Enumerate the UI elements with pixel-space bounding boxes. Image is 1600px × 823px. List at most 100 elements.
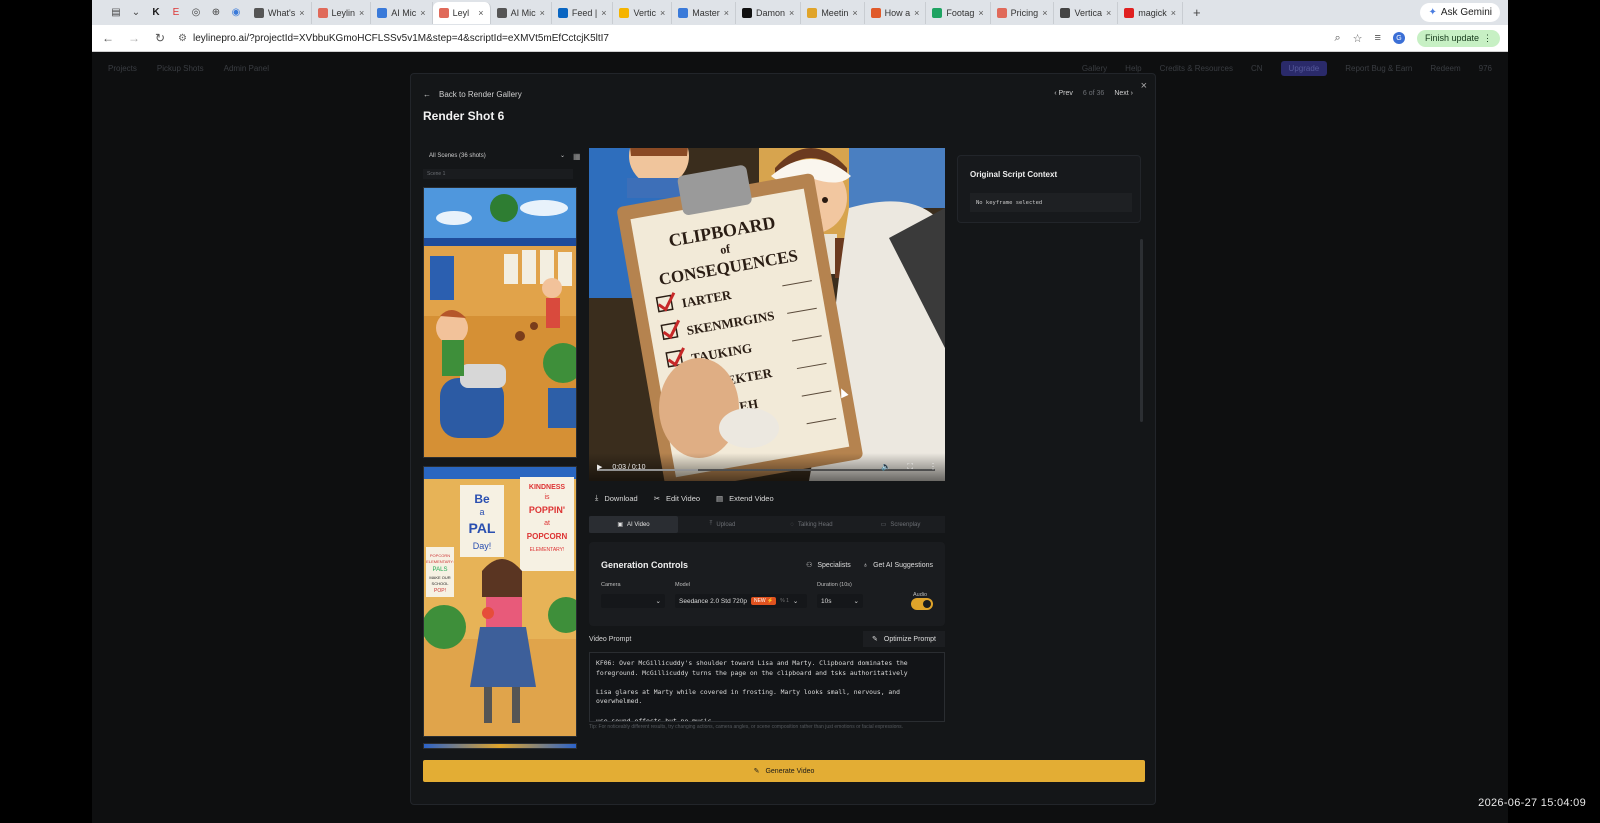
back-to-gallery-link[interactable]: ← Back to Render Gallery bbox=[423, 90, 522, 99]
sidebar-icon[interactable]: ▤ bbox=[108, 5, 124, 21]
more-options-icon[interactable]: ⋮ bbox=[929, 462, 937, 472]
browser-tab[interactable]: Master × bbox=[672, 1, 737, 24]
close-tab-icon[interactable]: × bbox=[914, 8, 919, 18]
browser-tab[interactable]: Leyl × bbox=[432, 1, 491, 24]
url-field[interactable]: ⚙ leylinepro.ai/?projectId=XVbbuKGmoHCFL… bbox=[178, 28, 1324, 48]
tab-title: Footag bbox=[946, 7, 975, 18]
browser-tab[interactable]: Vertica × bbox=[1054, 1, 1119, 24]
tab-talking-head[interactable]: ◌ Talking Head bbox=[767, 516, 856, 533]
chevron-down-icon[interactable]: ⌄ bbox=[128, 5, 144, 21]
download-button[interactable]: ⤓ Download bbox=[595, 493, 638, 503]
tab-title: AI Mic bbox=[391, 7, 417, 18]
nav-help[interactable]: Help bbox=[1125, 64, 1141, 73]
shot-thumbnail[interactable] bbox=[423, 743, 577, 749]
tab-title: Damon bbox=[756, 7, 786, 18]
browser-tab[interactable]: Vertic × bbox=[613, 1, 673, 24]
browser-tab[interactable]: Damon × bbox=[736, 1, 802, 24]
extend-video-label: Extend Video bbox=[729, 493, 774, 503]
close-tab-icon[interactable]: × bbox=[852, 8, 857, 18]
video-player[interactable]: CLIPBOARD of CONSEQUENCES IARTER SKENMRGI… bbox=[589, 148, 945, 481]
scrollbar[interactable] bbox=[1140, 239, 1143, 422]
pinned-tab-icon[interactable]: ⊕ bbox=[208, 5, 224, 21]
nav-admin-panel[interactable]: Admin Panel bbox=[224, 64, 269, 73]
close-tab-icon[interactable]: × bbox=[1106, 8, 1111, 18]
sign-right-text: at bbox=[544, 520, 550, 527]
shot-thumbnail[interactable]: POPCORN ELEMENTARY: PALS MAKE OUR SCHOOL… bbox=[423, 466, 577, 737]
video-prompt-textarea[interactable]: KF06: Over McGillicuddy's shoulder towar… bbox=[589, 652, 945, 722]
specialists-button[interactable]: ⚇ Specialists bbox=[806, 561, 851, 570]
close-tab-icon[interactable]: × bbox=[601, 8, 606, 18]
prev-button[interactable]: ‹ Prev bbox=[1054, 90, 1073, 97]
pinned-tab-icon[interactable]: ◎ bbox=[188, 5, 204, 21]
browser-tab[interactable]: AI Mic × bbox=[491, 1, 552, 24]
nav-language[interactable]: CN bbox=[1251, 64, 1263, 73]
browser-tab[interactable]: What's × bbox=[248, 1, 312, 24]
close-tab-icon[interactable]: × bbox=[478, 8, 483, 18]
shot-thumbnail[interactable] bbox=[423, 187, 577, 458]
tab-ai-video[interactable]: ▣ AI Video bbox=[589, 516, 678, 533]
scene-label: Scene 1 bbox=[423, 169, 573, 179]
browser-tab[interactable]: Feed | × bbox=[552, 1, 614, 24]
sign-mid-text: Be bbox=[474, 492, 490, 506]
tab-screenplay[interactable]: ▭ Screenplay bbox=[856, 516, 945, 533]
close-tab-icon[interactable]: × bbox=[724, 8, 729, 18]
pinned-tab-icon[interactable]: ◉ bbox=[228, 5, 244, 21]
close-tab-icon[interactable]: × bbox=[1042, 8, 1047, 18]
camera-select[interactable]: ⌄ bbox=[601, 594, 665, 608]
browser-tab[interactable]: magick × bbox=[1118, 1, 1184, 24]
bookmark-star-icon[interactable]: ☆ bbox=[1353, 32, 1363, 45]
scene-filter-select[interactable]: All Scenes (36 shots) ⌄ bbox=[423, 149, 569, 162]
ai-suggestions-button[interactable]: ♁ Get AI Suggestions bbox=[863, 561, 933, 569]
nav-gallery[interactable]: Gallery bbox=[1082, 64, 1107, 73]
browser-tab[interactable]: How a × bbox=[865, 1, 927, 24]
new-tab-button[interactable]: + bbox=[1193, 5, 1201, 20]
grid-view-icon[interactable]: ▦ bbox=[573, 152, 581, 161]
tab-upload[interactable]: ⤒ Upload bbox=[678, 516, 767, 533]
zoom-icon[interactable]: ⌕ bbox=[1334, 32, 1340, 45]
pinned-tab-icon[interactable]: E bbox=[168, 5, 184, 21]
site-info-icon[interactable]: ⚙ bbox=[178, 33, 187, 44]
sign-mid-text: PAL bbox=[469, 520, 496, 536]
browser-tab[interactable]: Pricing × bbox=[991, 1, 1055, 24]
close-tab-icon[interactable]: × bbox=[420, 8, 425, 18]
close-icon[interactable]: × bbox=[1141, 80, 1147, 92]
close-tab-icon[interactable]: × bbox=[359, 8, 364, 18]
next-button[interactable]: Next › bbox=[1114, 90, 1133, 97]
optimize-prompt-button[interactable]: ✎ Optimize Prompt bbox=[863, 631, 945, 647]
close-tab-icon[interactable]: × bbox=[978, 8, 983, 18]
extensions-icon[interactable]: ≡ bbox=[1375, 32, 1381, 44]
edit-video-button[interactable]: ✂ Edit Video bbox=[654, 493, 700, 503]
close-tab-icon[interactable]: × bbox=[789, 8, 794, 18]
duration-select[interactable]: 10s ⌄ bbox=[817, 594, 863, 608]
browser-tab[interactable]: AI Mic × bbox=[371, 1, 433, 24]
scissors-icon: ✂ bbox=[653, 493, 660, 503]
generate-video-button[interactable]: ✎ Generate Video bbox=[423, 760, 1145, 782]
volume-icon[interactable]: 🔈 bbox=[881, 462, 891, 472]
model-select[interactable]: Seedance 2.0 Std 720p NEW ⚡ % 1 ⌄ bbox=[675, 594, 807, 608]
report-bug-button[interactable]: Report Bug & Earn bbox=[1345, 64, 1412, 73]
close-tab-icon[interactable]: × bbox=[1171, 8, 1176, 18]
nav-projects[interactable]: Projects bbox=[108, 64, 137, 73]
upgrade-button[interactable]: Upgrade bbox=[1280, 60, 1328, 76]
fullscreen-icon[interactable]: ⛶ bbox=[907, 462, 913, 472]
nav-credits[interactable]: Credits & Resources bbox=[1160, 64, 1233, 73]
play-icon[interactable]: ▶ bbox=[597, 463, 602, 471]
browser-tab[interactable]: Footag × bbox=[926, 1, 991, 24]
extend-video-button[interactable]: ▤ Extend Video bbox=[716, 493, 774, 503]
reload-icon[interactable]: ↻ bbox=[152, 30, 168, 46]
finish-update-button[interactable]: Finish update ⋮ bbox=[1416, 29, 1500, 47]
pinned-tab-icon[interactable]: K bbox=[148, 5, 164, 21]
browser-tab[interactable]: Leylin × bbox=[312, 1, 372, 24]
nav-pickup-shots[interactable]: Pickup Shots bbox=[157, 64, 204, 73]
close-tab-icon[interactable]: × bbox=[540, 8, 545, 18]
profile-avatar[interactable]: G bbox=[1392, 32, 1405, 44]
forward-arrow-icon[interactable]: → bbox=[126, 30, 142, 46]
audio-toggle[interactable] bbox=[911, 598, 933, 610]
close-tab-icon[interactable]: × bbox=[660, 8, 665, 18]
browser-tab[interactable]: Meetin × bbox=[801, 1, 865, 24]
ask-gemini-button[interactable]: ✦ Ask Gemini bbox=[1420, 3, 1500, 22]
sign-left-text: ELEMENTARY: bbox=[426, 559, 454, 564]
redeem-button[interactable]: Redeem bbox=[1430, 64, 1460, 73]
close-tab-icon[interactable]: × bbox=[299, 8, 304, 18]
back-arrow-icon[interactable]: ← bbox=[100, 30, 116, 46]
